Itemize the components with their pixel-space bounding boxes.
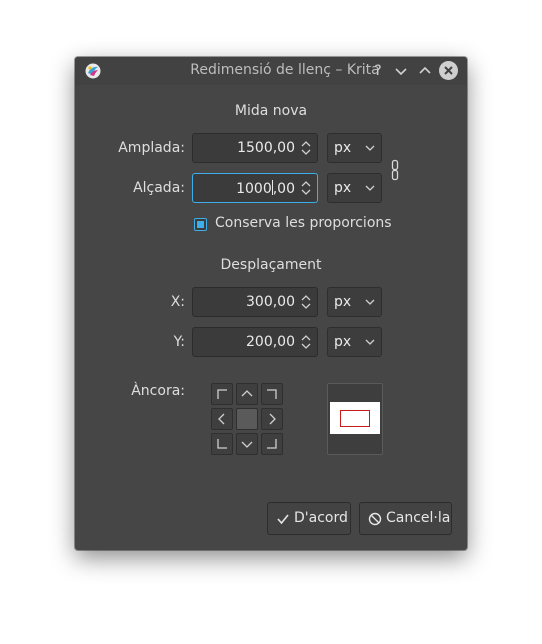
help-button[interactable]: ? [368, 61, 388, 81]
chevron-down-icon [365, 339, 375, 345]
anchor-bottom-right-button[interactable] [261, 433, 283, 455]
keep-aspect-checkbox[interactable] [194, 218, 207, 231]
checkbox-checked-mark [197, 221, 204, 228]
chevron-down-icon [365, 145, 375, 151]
y-offset-value: 200,00 [246, 334, 295, 350]
spin-arrows-icon[interactable] [300, 333, 312, 351]
preview-canvas [330, 402, 380, 434]
minimize-icon[interactable] [391, 61, 411, 81]
cancel-label: Cancel·la [386, 510, 451, 526]
checkmark-icon [277, 514, 289, 525]
spin-arrows-icon[interactable] [300, 179, 312, 197]
anchor-label: Àncora: [131, 383, 185, 399]
x-label: X: [170, 294, 185, 310]
width-unit-select[interactable]: px [327, 133, 382, 163]
x-unit-value: px [334, 294, 352, 310]
height-unit-value: px [334, 180, 352, 196]
width-unit-value: px [334, 140, 352, 156]
ok-button[interactable]: D'acord [267, 502, 351, 535]
ok-label: D'acord [294, 510, 348, 526]
anchor-bottom-left-button[interactable] [211, 433, 233, 455]
krita-app-icon [85, 63, 101, 79]
chain-link-icon[interactable] [391, 159, 399, 181]
x-offset-value: 300,00 [246, 294, 295, 310]
anchor-grid [211, 383, 286, 458]
title-bar[interactable]: Redimensió de llenç – Krita ? [75, 57, 467, 85]
chevron-down-icon [365, 299, 375, 305]
x-unit-select[interactable]: px [327, 287, 382, 317]
chevron-up-icon [241, 390, 253, 397]
anchor-left-button[interactable] [211, 408, 233, 430]
spin-arrows-icon[interactable] [300, 139, 312, 157]
maximize-icon[interactable] [415, 61, 435, 81]
anchor-top-button[interactable] [236, 383, 258, 405]
chevron-left-icon [218, 413, 225, 425]
keep-aspect-label[interactable]: Conserva les proporcions [215, 215, 392, 231]
x-offset-spinbox[interactable]: 300,00 [192, 287, 318, 317]
y-unit-value: px [334, 334, 352, 350]
y-unit-select[interactable]: px [327, 327, 382, 357]
anchor-top-right-button[interactable] [261, 383, 283, 405]
height-value: 1000,00 [236, 180, 295, 197]
close-button[interactable] [439, 61, 458, 80]
corner-bottom-right-icon [267, 439, 277, 449]
height-spinbox[interactable]: 1000,00 [192, 173, 318, 203]
height-value-int: 1000 [236, 181, 272, 197]
canvas-resize-dialog: Redimensió de llenç – Krita ? Mida nova … [75, 57, 467, 550]
offset-heading: Desplaçament [220, 257, 322, 273]
anchor-right-button[interactable] [261, 408, 283, 430]
window-title: Redimensió de llenç – Krita [190, 62, 380, 78]
cancel-icon [368, 512, 382, 526]
chevron-down-icon [365, 185, 375, 191]
chevron-right-icon [269, 413, 276, 425]
corner-top-left-icon [217, 389, 227, 399]
corner-bottom-left-icon [217, 439, 227, 449]
height-value-dec: ,00 [272, 181, 295, 197]
preview-image-outline [340, 410, 370, 427]
width-value: 1500,00 [237, 140, 295, 156]
height-unit-select[interactable]: px [327, 173, 382, 203]
width-spinbox[interactable]: 1500,00 [192, 133, 318, 163]
width-label: Amplada: [118, 140, 185, 156]
new-size-heading: Mida nova [234, 103, 308, 119]
anchor-bottom-button[interactable] [236, 433, 258, 455]
canvas-preview [327, 383, 383, 455]
anchor-top-left-button[interactable] [211, 383, 233, 405]
close-icon [444, 66, 453, 75]
spin-arrows-icon[interactable] [300, 293, 312, 311]
height-label: Alçada: [133, 180, 185, 196]
corner-top-right-icon [267, 389, 277, 399]
cancel-button[interactable]: Cancel·la [359, 502, 452, 535]
anchor-center-button[interactable] [236, 408, 258, 430]
chevron-down-icon [241, 441, 253, 448]
y-label: Y: [173, 334, 185, 350]
y-offset-spinbox[interactable]: 200,00 [192, 327, 318, 357]
